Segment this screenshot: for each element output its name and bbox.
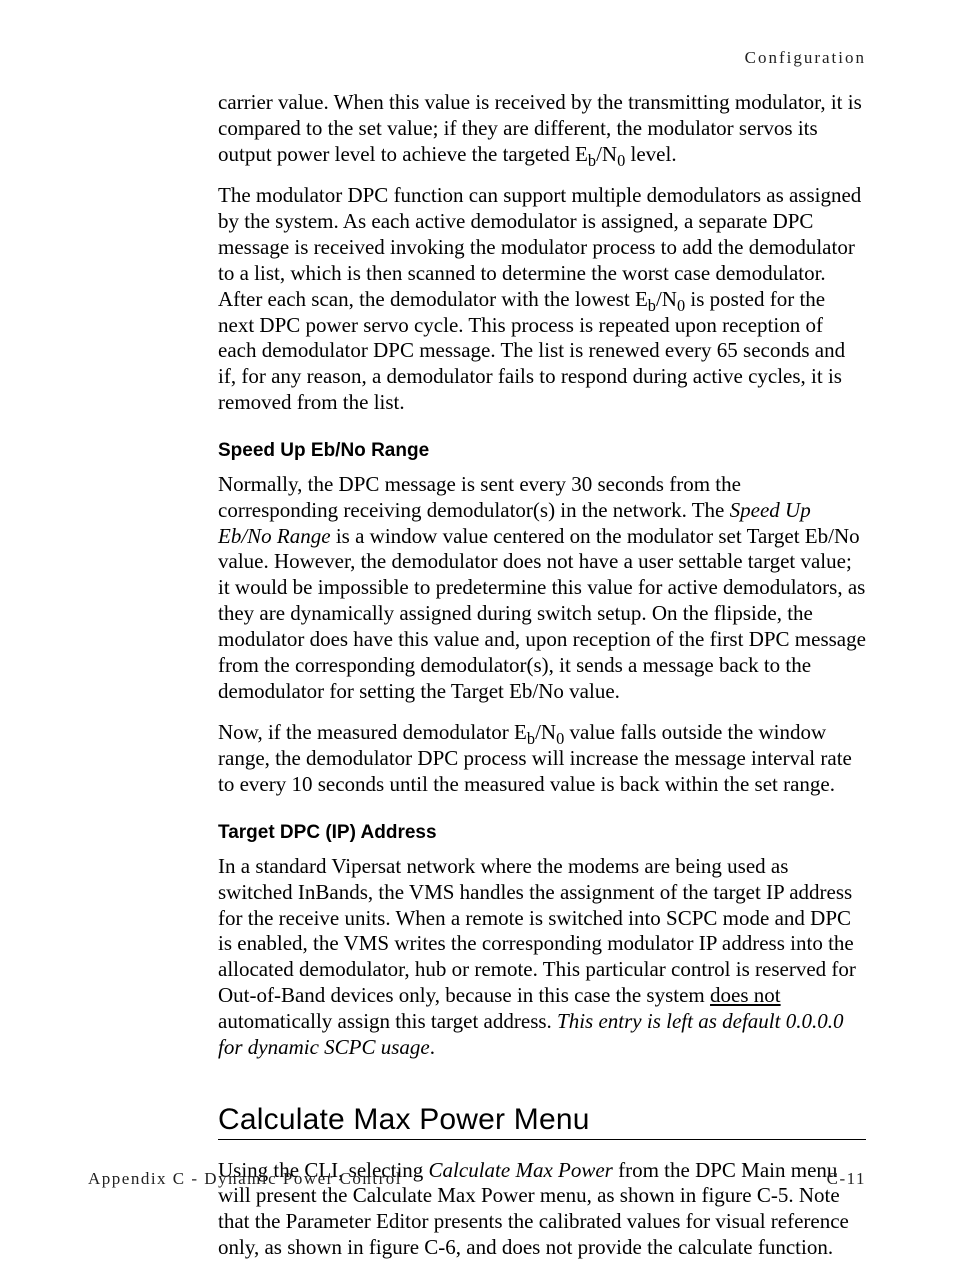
body-paragraph-2: The modulator DPC function can support m…	[218, 183, 866, 415]
body-paragraph-1: carrier value. When this value is receiv…	[218, 90, 866, 167]
p5-underline: does not	[710, 983, 781, 1007]
body-paragraph-3: Normally, the DPC message is sent every …	[218, 472, 866, 704]
p1-sub-b: b	[588, 151, 596, 170]
running-head: Configuration	[88, 48, 866, 68]
p4-text-a: Now, if the measured demodulator E	[218, 720, 527, 744]
heading-speed-up-ebno-range: Speed Up Eb/No Range	[218, 440, 866, 462]
footer-right: C-11	[827, 1169, 866, 1189]
p3-text-b: is a window value centered on the modula…	[218, 524, 866, 703]
page-footer: Appendix C - Dynamic Power Control C-11	[88, 1169, 866, 1189]
p5-text-c: .	[430, 1035, 435, 1059]
footer-left: Appendix C - Dynamic Power Control	[88, 1169, 402, 1189]
p2-text-b: /N	[656, 287, 677, 311]
heading-calculate-max-power-menu: Calculate Max Power Menu	[218, 1103, 866, 1137]
p1-text-c: level.	[625, 142, 676, 166]
p1-text-b: /N	[596, 142, 617, 166]
body-paragraph-4: Now, if the measured demodulator Eb/N0 v…	[218, 720, 866, 797]
body-paragraph-5: In a standard Vipersat network where the…	[218, 854, 866, 1061]
p1-text-a: carrier value. When this value is receiv…	[218, 90, 862, 166]
p3-text-a: Normally, the DPC message is sent every …	[218, 472, 741, 522]
p4-text-b: /N	[535, 720, 556, 744]
heading-target-dpc-ip-address: Target DPC (IP) Address	[218, 822, 866, 844]
p5-text-b: automatically assign this target address…	[218, 1009, 557, 1033]
heading-rule	[218, 1139, 866, 1140]
